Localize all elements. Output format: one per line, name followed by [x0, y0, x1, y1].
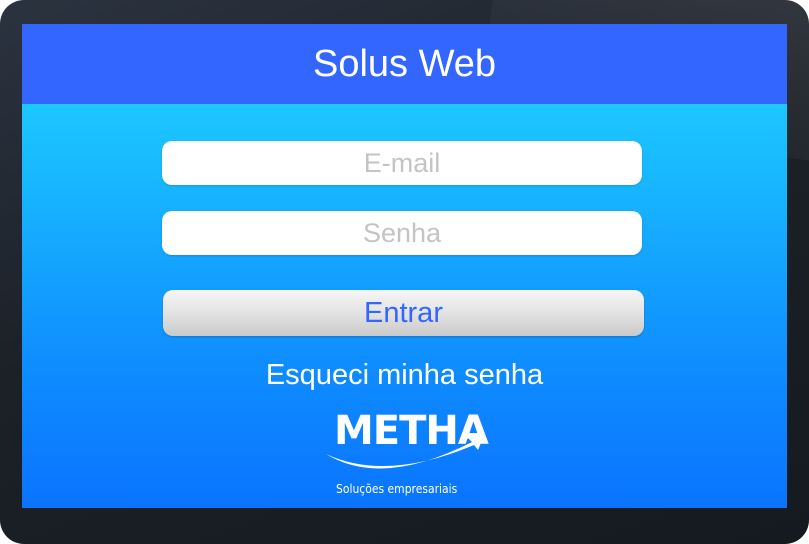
- metha-logo: METHA Soluções empresariais: [322, 408, 492, 500]
- email-input[interactable]: [162, 141, 642, 185]
- app-header: Solus Web: [22, 24, 787, 104]
- app-title: Solus Web: [312, 42, 497, 85]
- logo-tagline: Soluções empresariais: [336, 482, 458, 496]
- app-screen: Solus Web Entrar Esqueci minha senha MET…: [22, 24, 787, 508]
- forgot-password-link[interactable]: Esqueci minha senha: [22, 359, 787, 392]
- password-input[interactable]: [162, 211, 642, 255]
- login-button[interactable]: Entrar: [163, 290, 644, 336]
- logo-swoosh-icon: [326, 436, 484, 469]
- device-frame: Solus Web Entrar Esqueci minha senha MET…: [0, 0, 809, 544]
